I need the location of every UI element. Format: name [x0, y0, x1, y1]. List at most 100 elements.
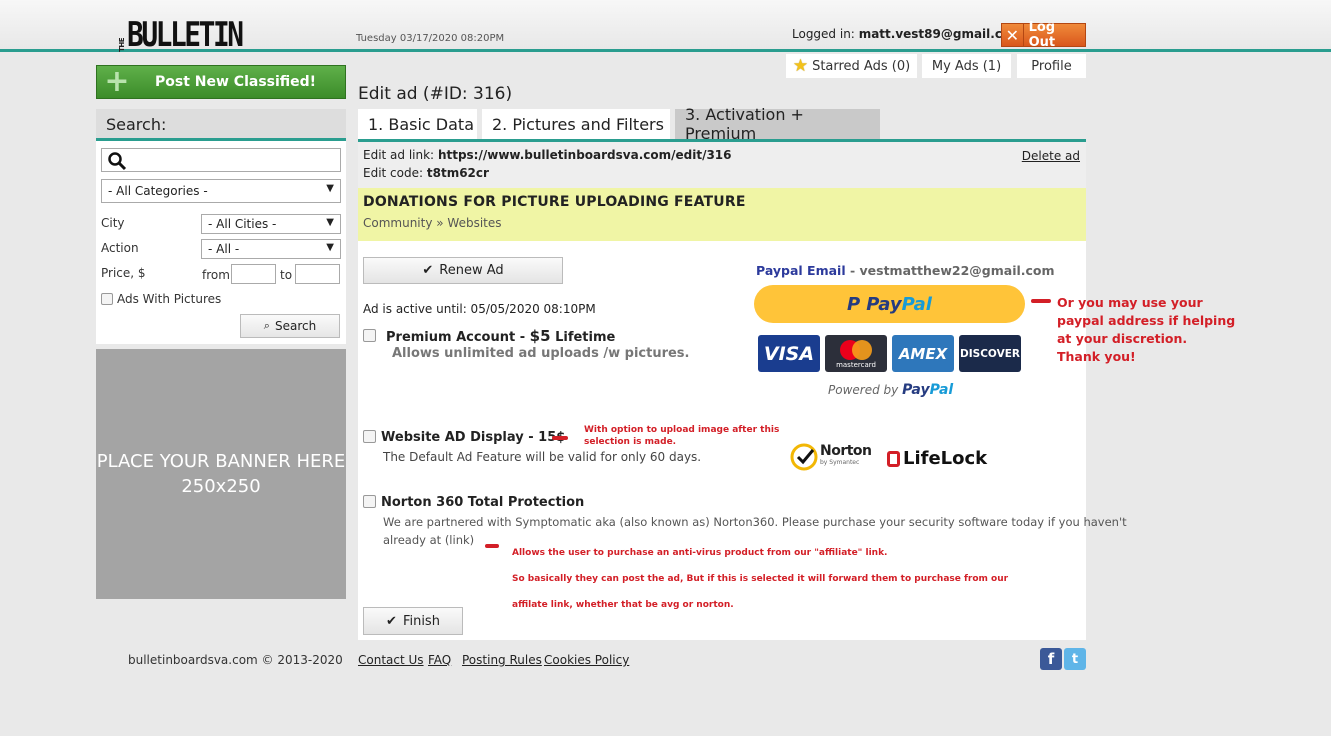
norton-360-desc-line-1: We are partnered with Symptomatic aka (a…	[383, 515, 1127, 529]
edit-code-label: Edit code:	[363, 166, 424, 180]
norton-360-checkbox[interactable]	[363, 495, 376, 508]
facebook-icon[interactable]: f	[1040, 648, 1062, 670]
price-to-label: to	[280, 268, 293, 282]
edit-code-value: t8tm62cr	[426, 166, 489, 180]
tab-basic-data-label: 1. Basic Data	[368, 114, 474, 134]
footer-link-cookies[interactable]: Cookies Policy	[544, 653, 629, 667]
norton-note-line-1: Allows the user to purchase an anti-viru…	[512, 548, 888, 558]
footer-link-contact[interactable]: Contact Us	[358, 653, 424, 667]
search-icon	[107, 151, 127, 175]
banner-line-1: PLACE YOUR BANNER HERE	[96, 451, 346, 472]
profile-link[interactable]: Profile	[1017, 54, 1086, 78]
visa-label: VISA	[763, 342, 815, 365]
my-ads-link[interactable]: My Ads (1)	[922, 54, 1011, 78]
logged-in-status: Logged in: matt.vest89@gmail.com	[792, 27, 1023, 41]
ad-info-bar: Edit ad link: https://www.bulletinboards…	[358, 142, 1086, 188]
ads-with-pictures-checkbox[interactable]	[101, 293, 113, 305]
search-button[interactable]: ⌕ Search	[240, 314, 340, 338]
paypal-button[interactable]: P Pay Pal	[754, 285, 1025, 323]
norton-check-icon	[790, 443, 818, 471]
ad-title: DONATIONS FOR PICTURE UPLOADING FEATURE	[363, 194, 746, 210]
twitter-icon[interactable]: t	[1064, 648, 1086, 670]
category-select[interactable]: - All Categories - ▼	[101, 179, 341, 203]
paypal-note-line-4: Thank you!	[1057, 349, 1136, 364]
website-ad-checkbox[interactable]	[363, 430, 376, 443]
ads-with-pictures-label: Ads With Pictures	[117, 292, 222, 306]
discover-card-icon: DISCOVER	[959, 335, 1021, 372]
renew-ad-button[interactable]: ✔ Renew Ad	[363, 257, 563, 284]
norton-logo-text: Norton	[820, 443, 872, 459]
price-to-input[interactable]	[295, 264, 340, 284]
star-icon: ★	[792, 56, 809, 76]
annotation-dash	[1031, 299, 1051, 303]
tab-basic-data[interactable]: 1. Basic Data	[358, 109, 477, 139]
paypal-pay-text: Pay	[866, 293, 902, 315]
tab-activation-premium-label: 3. Activation + Premium	[685, 105, 804, 143]
page-title: Edit ad (#ID: 316)	[358, 84, 513, 104]
finish-button[interactable]: ✔ Finish	[363, 607, 463, 635]
search-input[interactable]	[101, 148, 341, 172]
premium-suffix: Lifetime	[550, 330, 616, 345]
city-select[interactable]: - All Cities - ▼	[201, 214, 341, 234]
edit-link-value[interactable]: https://www.bulletinboardsva.com/edit/31…	[438, 148, 732, 162]
edit-link-row: Edit ad link: https://www.bulletinboards…	[363, 148, 732, 162]
powered-pay: Pay	[902, 382, 930, 398]
site-logo[interactable]: THE BULLETIN	[118, 14, 267, 52]
active-until-text: Ad is active until: 05/05/2020 08:10PM	[363, 302, 596, 316]
norton-360-title: Norton 360 Total Protection	[381, 495, 585, 510]
footer-link-posting-rules[interactable]: Posting Rules	[462, 653, 542, 667]
norton-note-line-2: So basically they can post the ad, But i…	[512, 574, 1009, 584]
user-email: matt.vest89@gmail.com	[858, 27, 1023, 41]
footer-link-faq[interactable]: FAQ	[428, 653, 451, 667]
premium-price: $5	[529, 327, 551, 345]
top-bar: THE BULLETIN Tuesday 03/17/2020 08:20PM …	[0, 0, 1331, 52]
logo-main-text: BULLETIN	[127, 15, 244, 55]
city-label: City	[101, 216, 125, 230]
paypal-note: Or you may use your paypal address if he…	[1057, 294, 1235, 366]
logout-button[interactable]: ✕ Log Out	[1001, 20, 1086, 50]
premium-account-checkbox[interactable]	[363, 329, 376, 342]
close-icon: ✕	[1002, 24, 1024, 46]
norton-logo: Norton by Symantec	[790, 443, 872, 471]
banner-placeholder[interactable]: PLACE YOUR BANNER HERE 250x250	[96, 349, 346, 599]
delete-ad-link[interactable]: Delete ad	[1022, 149, 1080, 163]
powered-by-label: Powered by	[828, 383, 903, 397]
paypal-p-icon: P	[847, 293, 861, 315]
search-button-label: Search	[274, 319, 317, 333]
lifelock-logo: LifeLock	[887, 448, 987, 469]
starred-ads-link[interactable]: ★ Starred Ads (0)	[786, 54, 917, 78]
visa-card-icon: VISA	[758, 335, 820, 372]
norton-note-line-3: affilate link, whether that be avg or no…	[512, 600, 734, 610]
mastercard-label: mastercard	[836, 360, 876, 369]
price-from-input[interactable]	[231, 264, 276, 284]
tab-activation-premium[interactable]: 3. Activation + Premium	[675, 105, 880, 143]
search-heading: Search:	[96, 109, 346, 141]
banner-line-2: 250x250	[181, 476, 261, 497]
current-datetime: Tuesday 03/17/2020 08:20PM	[356, 33, 505, 44]
tab-pictures-filters-label: 2. Pictures and Filters	[492, 114, 664, 134]
plus-icon: +	[104, 64, 130, 99]
tab-pictures-filters[interactable]: 2. Pictures and Filters	[482, 109, 670, 139]
action-value: - All -	[208, 242, 240, 256]
chevron-down-icon: ▼	[326, 217, 334, 228]
post-new-classified-button[interactable]: + Post New Classified!	[96, 65, 346, 99]
norton-360-desc-line-2: already at (link)	[383, 533, 475, 547]
action-label: Action	[101, 241, 139, 255]
paypal-note-line-2: paypal address if helping	[1057, 313, 1236, 328]
renew-ad-label: Renew Ad	[439, 263, 504, 278]
logged-in-label: Logged in:	[792, 27, 855, 41]
lock-icon	[887, 450, 900, 467]
paypal-email-value: - vestmatthew22@gmail.com	[845, 263, 1055, 278]
profile-label: Profile	[1031, 58, 1072, 74]
paypal-note-line-3: at your discretion.	[1057, 331, 1188, 346]
chevron-down-icon: ▼	[326, 242, 334, 253]
amex-label: AMEX	[898, 344, 948, 363]
price-label: Price, $	[101, 266, 146, 280]
logo-small-text: THE	[118, 38, 126, 52]
paypal-pal-text: Pal	[901, 293, 932, 315]
mastercard-circles	[840, 339, 872, 360]
my-ads-label: My Ads (1)	[931, 58, 1002, 74]
premium-account-title: Premium Account - $5 Lifetime	[386, 327, 615, 345]
paypal-email-row: Paypal Email - vestmatthew22@gmail.com	[756, 263, 1055, 278]
action-select[interactable]: - All - ▼	[201, 239, 341, 259]
